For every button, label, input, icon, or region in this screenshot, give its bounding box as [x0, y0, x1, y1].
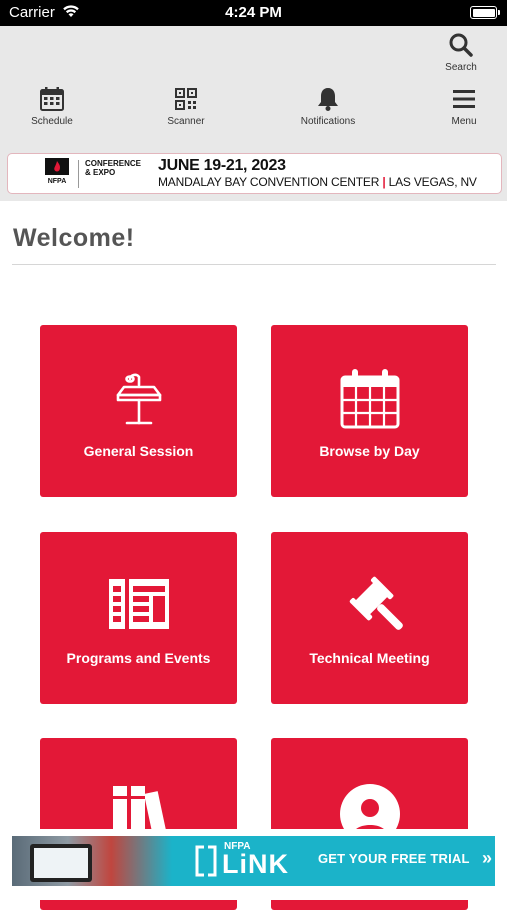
tile-label: General Session — [83, 443, 194, 459]
search-label: Search — [445, 62, 477, 73]
battery-icon — [470, 6, 500, 19]
ad-product: LiNK — [222, 849, 289, 879]
scanner-label: Scanner — [167, 116, 205, 127]
banner-dates: JUNE 19-21, 2023 — [158, 157, 286, 174]
nfpa-logo: NFPA — [45, 158, 69, 184]
bell-icon — [318, 88, 338, 111]
tile-programs-and-events[interactable]: Programs and Events — [40, 532, 237, 704]
event-banner[interactable]: NFPA CONFERENCE & EXPO JUNE 19-21, 2023 … — [7, 153, 502, 194]
podium-icon — [116, 373, 161, 425]
scanner-button[interactable]: Scanner — [156, 86, 216, 127]
search-button[interactable]: Search — [441, 32, 481, 73]
gavel-icon — [349, 576, 403, 630]
notifications-label: Notifications — [300, 116, 356, 127]
hamburger-icon — [453, 90, 475, 108]
banner-venue: MANDALAY BAY CONVENTION CENTER — [158, 175, 380, 189]
tile-label: Technical Meeting — [309, 650, 430, 666]
clock: 4:24 PM — [225, 4, 282, 21]
banner-city: LAS VEGAS, NV — [388, 175, 477, 189]
schedule-button[interactable]: Schedule — [22, 86, 82, 127]
schedule-label: Schedule — [31, 116, 73, 127]
tile-label: Programs and Events — [66, 650, 211, 666]
title-divider — [12, 264, 496, 265]
qr-code-icon — [175, 88, 197, 110]
calendar-icon — [40, 87, 64, 111]
notifications-button[interactable]: Notifications — [293, 86, 363, 127]
banner-pipe: | — [382, 175, 386, 189]
tablet-image — [30, 844, 92, 882]
tile-label: Browse by Day — [319, 443, 420, 459]
status-bar: Carrier 4:24 PM — [0, 0, 507, 26]
ad-banner[interactable]: NFPA LiNK GET YOUR FREE TRIAL » — [12, 836, 495, 886]
tile-technical-meeting[interactable]: Technical Meeting — [271, 532, 468, 704]
tile-browse-by-day[interactable]: Browse by Day — [271, 325, 468, 497]
banner-event-name: CONFERENCE & EXPO — [85, 159, 142, 177]
search-icon — [449, 33, 473, 57]
program-list-icon — [108, 579, 169, 629]
menu-button[interactable]: Menu — [440, 86, 488, 127]
banner-venue-line: MANDALAY BAY CONVENTION CENTER | LAS VEG… — [158, 175, 477, 189]
ad-cta: GET YOUR FREE TRIAL — [318, 851, 470, 866]
banner-divider — [78, 160, 79, 188]
link-logo-icon — [195, 845, 217, 877]
calendar-icon — [340, 369, 399, 429]
menu-label: Menu — [451, 116, 477, 127]
tile-general-session[interactable]: General Session — [40, 325, 237, 497]
svg-text:NFPA: NFPA — [48, 178, 67, 184]
double-chevron-right-icon: » — [482, 848, 493, 868]
page-title: Welcome! — [13, 224, 135, 252]
